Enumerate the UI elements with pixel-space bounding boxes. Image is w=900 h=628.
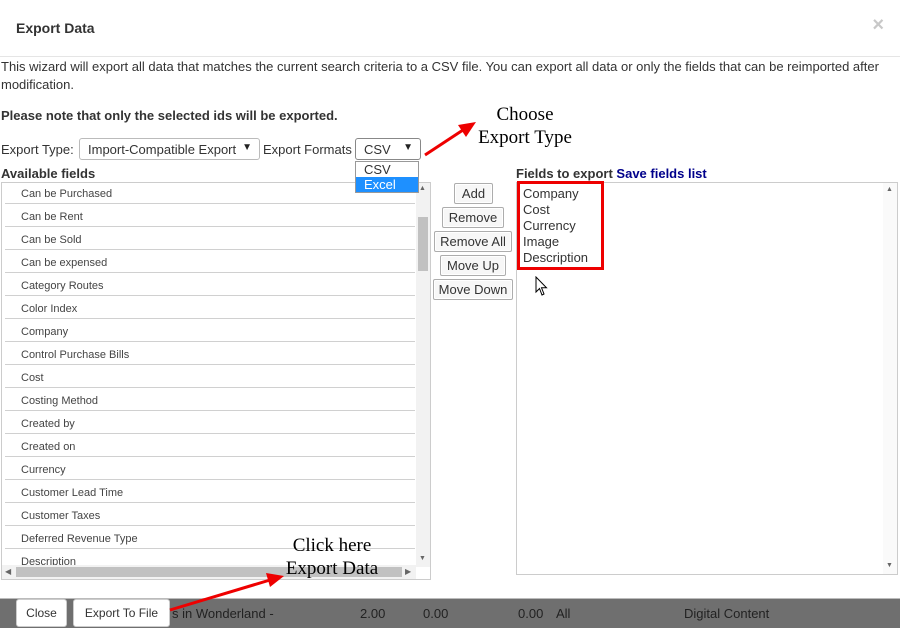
available-field-item[interactable]: Color Index (5, 298, 415, 319)
annotation-choose-line1: Choose (496, 104, 554, 125)
export-formats-dropdown[interactable]: CSV Excel (355, 161, 419, 193)
available-field-label: Control Purchase Bills (21, 349, 130, 361)
fields-to-export-label: Fields to export (516, 166, 613, 181)
available-field-item[interactable]: Customer Lead Time (5, 482, 415, 503)
cursor-icon (535, 276, 548, 296)
dropdown-arrow-icon: ▼ (242, 142, 252, 153)
bg-cell-2: 0.00 (423, 606, 449, 621)
scroll-right-icon[interactable]: ▶ (405, 567, 411, 576)
modal-header: Export Data × (0, 0, 900, 57)
wizard-description: This wizard will export all data that ma… (1, 59, 879, 92)
available-field-item[interactable]: Can be expensed (5, 252, 415, 273)
available-field-item[interactable]: Category Routes (5, 275, 415, 296)
export-formats-label: Export Formats (263, 142, 352, 157)
available-field-label: Customer Lead Time (21, 487, 124, 499)
fields-to-export-title: Fields to export Save fields list (516, 166, 707, 181)
available-field-item[interactable]: Can be Purchased (5, 183, 415, 204)
move-down-button[interactable]: Move Down (433, 279, 513, 300)
remove-all-button[interactable]: Remove All (434, 231, 512, 252)
add-button[interactable]: Add (454, 183, 493, 204)
scroll-up-icon[interactable]: ▲ (419, 185, 426, 192)
annotation-click-export: Click here Export Data (280, 534, 384, 580)
export-list-scrollbar[interactable]: ▲ ▼ (883, 183, 897, 574)
available-field-label: Can be Sold (21, 234, 82, 246)
selected-ids-note: Please note that only the selected ids w… (1, 108, 338, 123)
available-field-label: Customer Taxes (21, 510, 101, 522)
annotation-click-line1: Click here (292, 535, 372, 556)
highlight-box (517, 181, 604, 270)
format-option-excel[interactable]: Excel (356, 177, 418, 192)
export-type-value: Import-Compatible Export (88, 142, 237, 157)
save-fields-list-link[interactable]: Save fields list (616, 166, 706, 181)
export-type-label: Export Type: (1, 142, 74, 157)
scroll-down-icon[interactable]: ▼ (419, 555, 426, 562)
export-type-select[interactable]: Import-Compatible Export ▼ (79, 138, 260, 160)
available-field-item[interactable]: Currency (5, 459, 415, 480)
available-field-item[interactable]: Created by (5, 413, 415, 434)
available-field-label: Category Routes (21, 280, 104, 292)
export-to-file-button[interactable]: Export To File (73, 599, 170, 627)
close-icon[interactable]: × (872, 14, 884, 37)
bg-cell-3: 0.00 (518, 606, 544, 621)
available-field-label: Created on (21, 441, 76, 453)
available-field-label: Currency (21, 464, 66, 476)
format-option-csv[interactable]: CSV (356, 162, 418, 177)
available-field-item[interactable]: Created on (5, 436, 415, 457)
bg-cell-1: 2.00 (360, 606, 386, 621)
available-field-item[interactable]: Customer Taxes (5, 505, 415, 526)
available-field-item[interactable]: Cost (5, 367, 415, 388)
scroll-up-icon[interactable]: ▲ (886, 186, 893, 193)
export-formats-value: CSV (364, 142, 391, 157)
available-field-item[interactable]: Can be Sold (5, 229, 415, 250)
available-field-label: Can be Rent (21, 211, 83, 223)
available-field-label: Company (21, 326, 69, 338)
remove-button[interactable]: Remove (442, 207, 504, 228)
bg-product-name: s in Wonderland - (172, 606, 274, 621)
available-field-item[interactable]: Control Purchase Bills (5, 344, 415, 365)
export-data-modal: Export Data × This wizard will export al… (0, 0, 900, 599)
scroll-down-icon[interactable]: ▼ (886, 562, 893, 569)
move-up-button[interactable]: Move Up (440, 255, 506, 276)
available-field-label: Costing Method (21, 395, 99, 407)
dropdown-arrow-icon: ▼ (403, 142, 413, 153)
available-field-label: Can be Purchased (21, 188, 113, 200)
available-fields-title: Available fields (1, 166, 96, 181)
available-field-label: Cost (21, 372, 44, 384)
available-field-label: Deferred Revenue Type (21, 533, 138, 545)
available-field-label: Can be expensed (21, 257, 108, 269)
annotation-choose-line2: Export Type (478, 127, 572, 148)
annotation-choose-export-type: Choose Export Type (474, 103, 576, 149)
bg-cell-5: Digital Content (684, 606, 770, 621)
modal-title: Export Data (16, 20, 95, 36)
annotation-click-line2: Export Data (285, 558, 379, 579)
available-fields-list[interactable]: Can be Purchased Can be Rent Can be Sold Ca… (1, 182, 431, 580)
available-field-item[interactable]: Company (5, 321, 415, 342)
bg-cell-4: All (556, 606, 571, 621)
export-formats-select[interactable]: CSV ▼ (355, 138, 421, 160)
available-field-label: Color Index (21, 303, 78, 315)
available-field-item[interactable]: Can be Rent (5, 206, 415, 227)
scrollbar-thumb[interactable] (418, 217, 428, 271)
available-field-item[interactable]: Costing Method (5, 390, 415, 411)
close-button[interactable]: Close (16, 599, 67, 627)
scroll-left-icon[interactable]: ◀ (5, 567, 11, 576)
vertical-scrollbar[interactable]: ▲ ▼ (416, 183, 430, 567)
available-field-label: Created by (21, 418, 75, 430)
